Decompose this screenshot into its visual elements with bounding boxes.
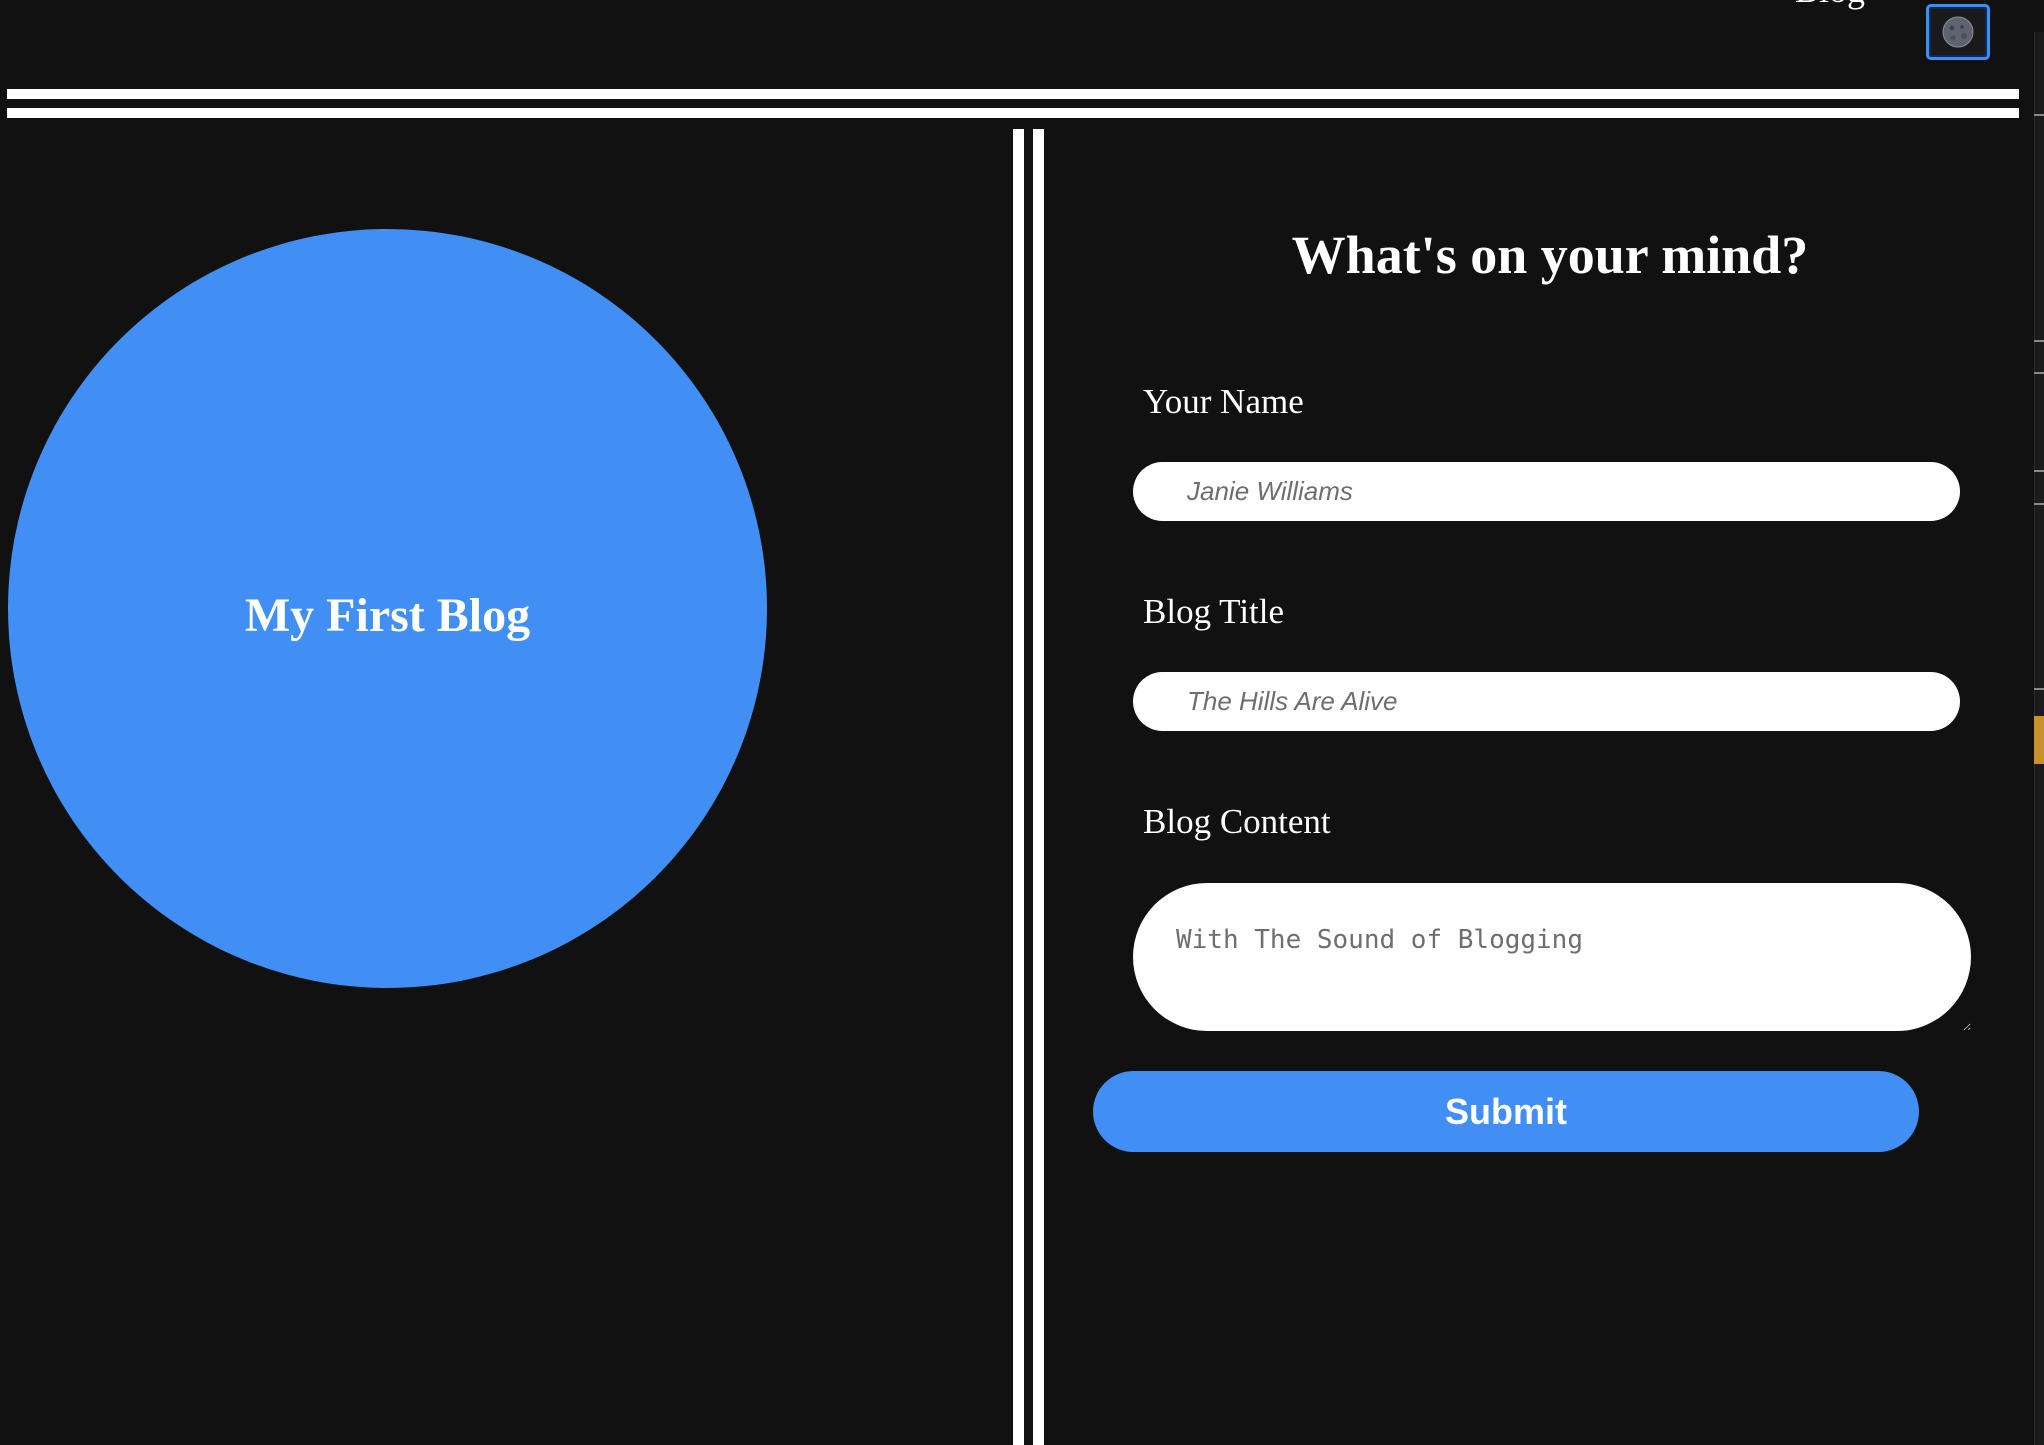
scrollbar-thumb[interactable]: [2034, 716, 2044, 764]
blog-content-textarea[interactable]: [1133, 883, 1971, 1031]
header-divider-bottom: [7, 108, 2019, 118]
name-input[interactable]: [1133, 462, 1960, 521]
name-label: Your Name: [1143, 382, 1304, 421]
moon-icon: [1941, 15, 1975, 49]
scrollbar-marker: [2034, 688, 2044, 690]
nav-link-blog[interactable]: Blog: [1780, 0, 1880, 10]
blog-title-label: Blog Title: [1143, 592, 1285, 631]
column-divider-right: [1033, 129, 1044, 1445]
scrollbar-marker: [2034, 372, 2044, 374]
blog-content-label: Blog Content: [1143, 802, 1331, 841]
form-heading: What's on your mind?: [1291, 225, 1809, 285]
header-divider-top: [7, 89, 2019, 99]
theme-toggle-button[interactable]: [1926, 4, 1990, 60]
hero-title: My First Blog: [244, 589, 531, 642]
scrollbar-marker: [2034, 470, 2044, 472]
scrollbar-marker: [2034, 503, 2044, 505]
scrollbar-marker: [2034, 340, 2044, 342]
column-divider-left: [1013, 129, 1024, 1445]
hero-circle: My First Blog: [8, 229, 767, 988]
submit-button[interactable]: Submit: [1093, 1071, 1919, 1152]
blog-title-input[interactable]: [1133, 672, 1960, 731]
scrollbar-marker: [2034, 114, 2044, 116]
